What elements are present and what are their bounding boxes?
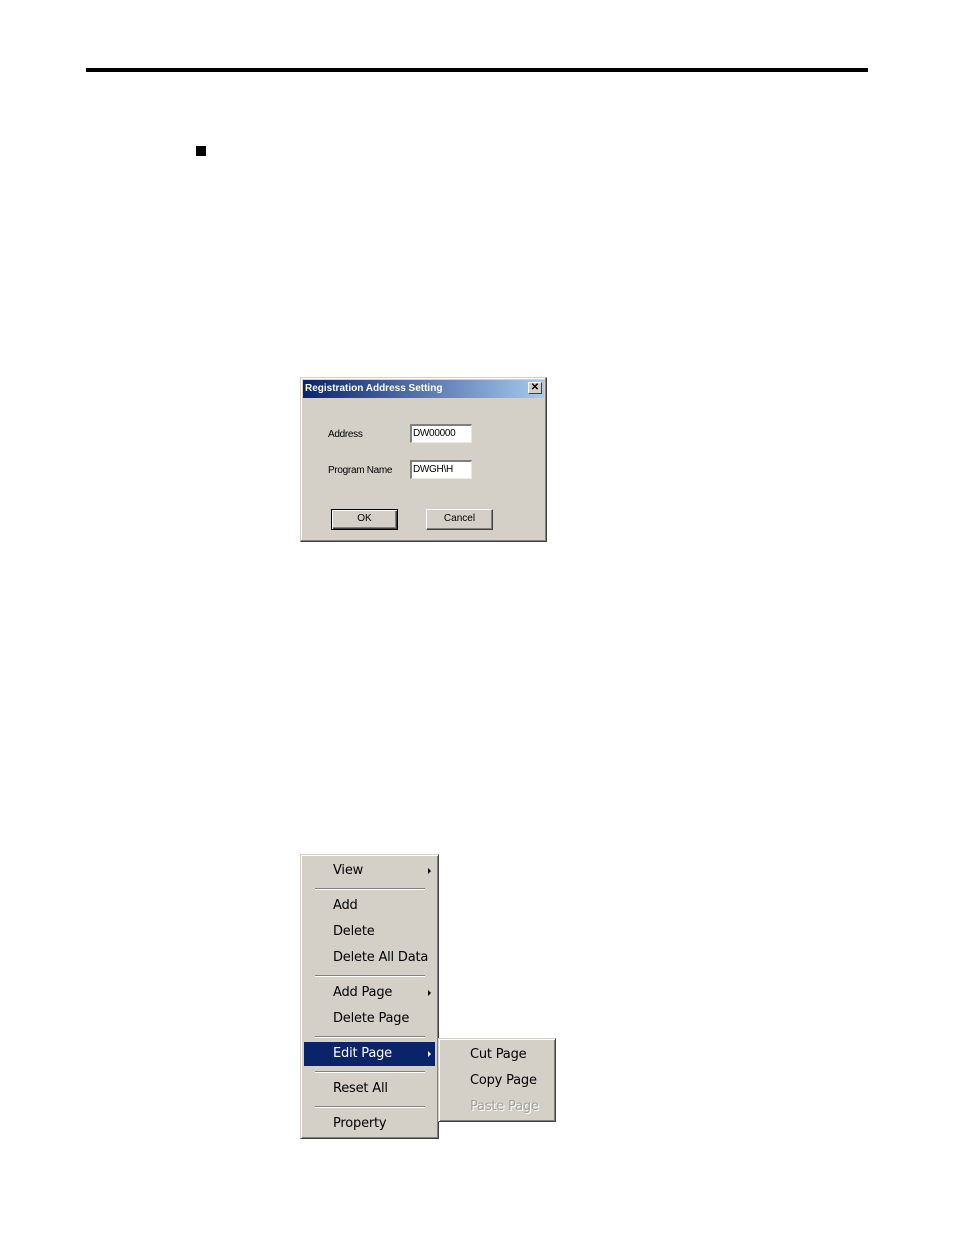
address-input[interactable]: DW00000 (410, 424, 472, 443)
submenu-arrow-icon (428, 1051, 431, 1057)
dialog-title: Registration Address Setting (305, 383, 443, 394)
menu-item-label: Add Page (333, 985, 393, 1000)
menu-item-copy-page[interactable]: Copy Page (442, 1069, 552, 1093)
submenu-arrow-icon (428, 868, 431, 874)
cancel-button[interactable]: Cancel (426, 509, 493, 530)
program-name-input[interactable]: DWGH\H (410, 460, 472, 479)
menu-item-label: Paste Page (470, 1099, 539, 1114)
menu-item-view[interactable]: View (304, 859, 435, 883)
menu-item-label: Delete (333, 924, 375, 939)
menu-item-add-page[interactable]: Add Page (304, 981, 435, 1005)
close-icon: ✕ (530, 382, 540, 393)
menu-item-edit-page[interactable]: Edit Page (304, 1042, 435, 1066)
menu-item-label: Delete All Data (333, 950, 429, 965)
menu-item-label: Edit Page (333, 1046, 392, 1061)
menu-separator (315, 888, 425, 890)
menu-separator (315, 975, 425, 977)
menu-item-label: Property (333, 1116, 387, 1131)
menu-item-paste-page[interactable]: Paste Page (442, 1095, 552, 1119)
address-label: Address (328, 429, 363, 440)
ok-button[interactable]: OK (331, 509, 398, 530)
menu-item-reset-all[interactable]: Reset All (304, 1077, 435, 1101)
menu-item-delete-page[interactable]: Delete Page (304, 1007, 435, 1031)
menu-separator (315, 1071, 425, 1073)
menu-item-property[interactable]: Property (304, 1112, 435, 1136)
menu-item-label: Delete Page (333, 1011, 410, 1026)
menu-item-cut-page[interactable]: Cut Page (442, 1043, 552, 1067)
menu-item-add[interactable]: Add (304, 894, 435, 918)
header-rule (86, 68, 868, 72)
menu-item-delete-all-data[interactable]: Delete All Data (304, 946, 435, 970)
registration-address-dialog: Registration Address Setting ✕ Address D… (300, 377, 547, 542)
edit-page-submenu: Cut Page Copy Page Paste Page (438, 1038, 556, 1122)
menu-separator (315, 1036, 425, 1038)
menu-item-label: Copy Page (470, 1073, 537, 1088)
submenu-arrow-icon (428, 990, 431, 996)
menu-item-delete[interactable]: Delete (304, 920, 435, 944)
program-name-label: Program Name (328, 465, 393, 476)
menu-item-label: Reset All (333, 1081, 388, 1096)
dialog-titlebar[interactable]: Registration Address Setting ✕ (303, 380, 544, 398)
close-button[interactable]: ✕ (528, 382, 542, 394)
menu-item-label: Cut Page (470, 1047, 527, 1062)
menu-item-label: View (333, 863, 364, 878)
square-bullet-icon (196, 146, 206, 156)
menu-separator (315, 1106, 425, 1108)
menu-item-label: Add (333, 898, 358, 913)
context-menu: View Add Delete Delete All Data Add Page… (300, 854, 439, 1139)
